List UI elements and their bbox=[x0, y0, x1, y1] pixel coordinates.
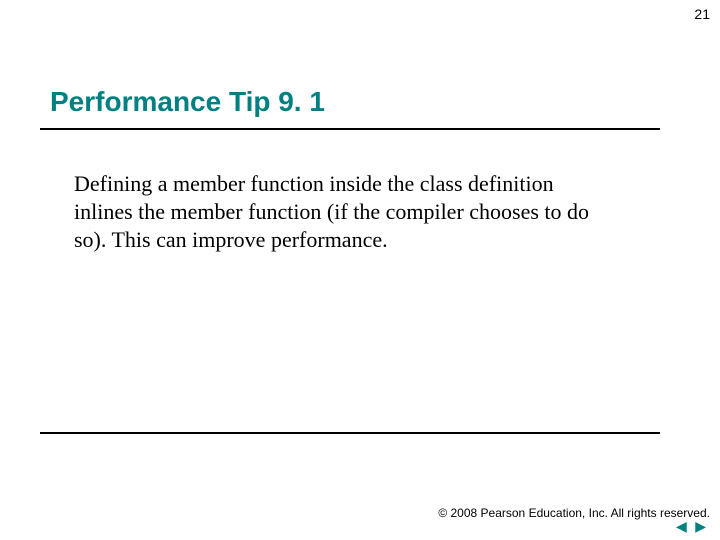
divider-top bbox=[40, 128, 660, 130]
divider-bottom bbox=[40, 432, 660, 434]
prev-slide-button[interactable]: ◀ bbox=[676, 518, 687, 535]
slide: 21 Performance Tip 9. 1 Defining a membe… bbox=[0, 0, 720, 540]
body-text: Defining a member function inside the cl… bbox=[74, 170, 604, 254]
nav-controls: ◀ ▶ bbox=[672, 518, 706, 536]
next-slide-button[interactable]: ▶ bbox=[695, 518, 706, 535]
copyright-text: © 2008 Pearson Education, Inc. All right… bbox=[438, 506, 710, 520]
slide-title: Performance Tip 9. 1 bbox=[50, 86, 325, 118]
page-number: 21 bbox=[694, 6, 710, 22]
